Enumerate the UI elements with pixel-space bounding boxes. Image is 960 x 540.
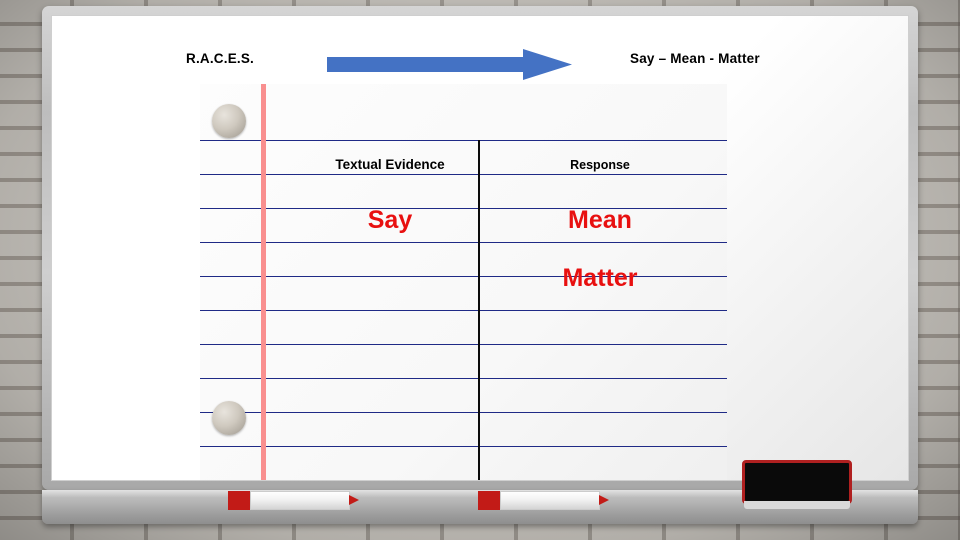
notebook-paper: Textual Evidence Response Say Mean Matte… <box>200 84 727 480</box>
whiteboard-frame: R.A.C.E.S. Say – Mean - Matter Textual E… <box>42 6 918 490</box>
marker-red-2 <box>478 491 609 510</box>
column-header-textual-evidence: Textual Evidence <box>335 157 445 172</box>
entry-mean: Mean <box>568 206 632 234</box>
margin-line <box>261 84 266 480</box>
slide-stage: R.A.C.E.S. Say – Mean - Matter Textual E… <box>0 0 960 540</box>
entry-say: Say <box>367 206 413 234</box>
marker-red-1 <box>228 491 359 510</box>
magnet-bottom <box>212 401 246 435</box>
header-races: R.A.C.E.S. <box>186 51 255 66</box>
whiteboard: R.A.C.E.S. Say – Mean - Matter Textual E… <box>42 6 918 531</box>
whiteboard-eraser <box>742 460 852 509</box>
header-say-mean-matter: Say – Mean - Matter <box>630 51 760 66</box>
entry-matter: Matter <box>562 264 638 292</box>
column-divider <box>478 140 480 480</box>
whiteboard-surface: R.A.C.E.S. Say – Mean - Matter Textual E… <box>51 15 909 481</box>
right-arrow-icon <box>327 49 572 80</box>
magnet-top <box>212 104 246 138</box>
column-header-response: Response <box>570 158 630 172</box>
